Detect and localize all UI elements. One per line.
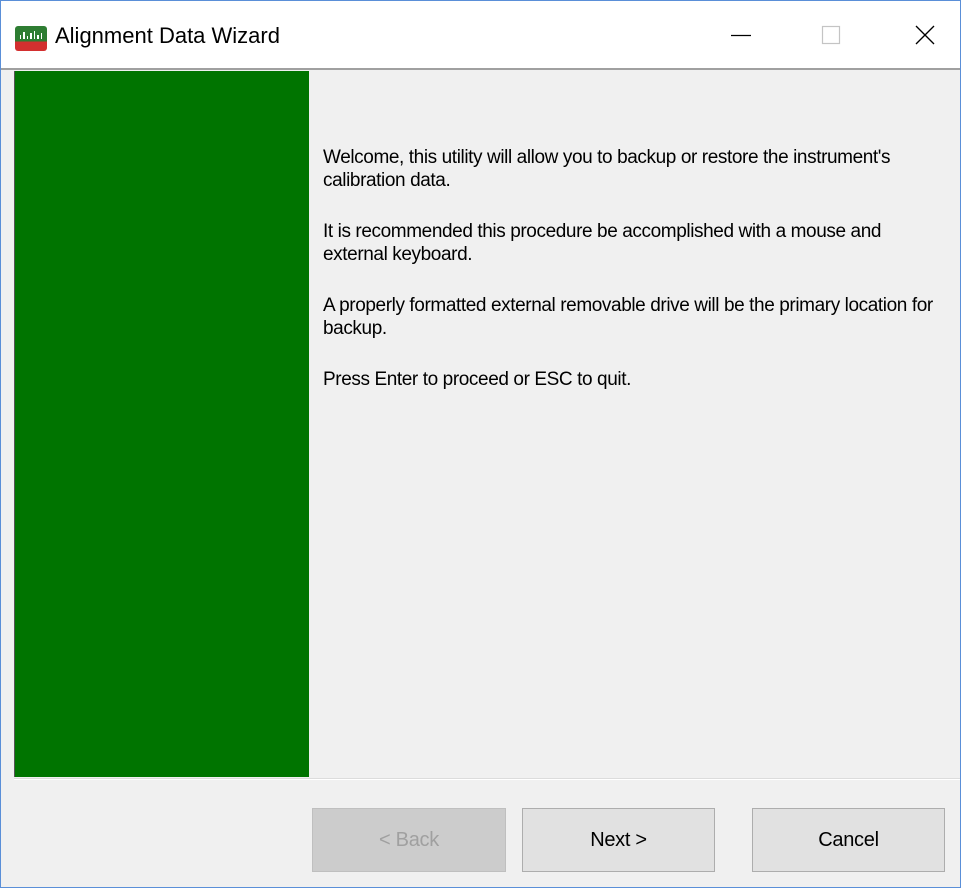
recommendation-text: It is recommended this procedure be acco… bbox=[323, 221, 882, 265]
app-icon bbox=[15, 26, 47, 51]
window-title: Alignment Data Wizard bbox=[55, 23, 280, 48]
wizard-side-panel bbox=[14, 71, 309, 777]
maximize-button[interactable] bbox=[797, 1, 865, 69]
maximize-icon bbox=[821, 25, 841, 45]
minimize-icon bbox=[731, 34, 751, 37]
title-divider bbox=[1, 68, 960, 70]
instruction-text: Press Enter to proceed or ESC to quit. bbox=[323, 369, 631, 390]
minimize-button[interactable] bbox=[707, 1, 775, 69]
welcome-text: Welcome, this utility will allow you to … bbox=[323, 147, 891, 191]
footer-divider-highlight bbox=[14, 779, 960, 780]
wizard-content: Welcome, this utility will allow you to … bbox=[323, 146, 943, 419]
close-icon bbox=[915, 25, 935, 45]
drive-text: A properly formatted external removable … bbox=[323, 295, 933, 339]
cancel-button[interactable]: Cancel bbox=[752, 808, 945, 872]
next-button[interactable]: Next > bbox=[522, 808, 715, 872]
back-button[interactable]: < Back bbox=[312, 808, 506, 872]
wizard-window: Alignment Data Wizard Welcome, this util… bbox=[0, 0, 961, 888]
close-button[interactable] bbox=[891, 1, 959, 69]
title-bar[interactable]: Alignment Data Wizard bbox=[1, 1, 960, 69]
